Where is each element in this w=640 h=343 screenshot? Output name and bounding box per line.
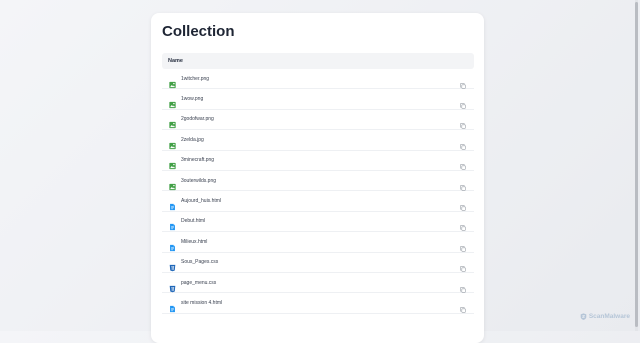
table-body: 1witcher.png 1wow.png 2godofwar.png 2zelda.… [162,69,474,314]
watermark: ScanMalware [580,313,630,320]
file-name-link[interactable]: 3outerwilds.png [181,178,216,184]
table-row[interactable]: 2zelda.jpg [162,130,474,150]
file-name-link[interactable]: Sous_Pages.css [181,259,218,265]
table-row[interactable]: 1wow.png [162,89,474,109]
copy-icon[interactable] [460,76,466,82]
image-file-icon [169,116,176,123]
table-row[interactable]: 2godofwar.png [162,110,474,130]
copy-icon[interactable] [460,218,466,224]
file-name-link[interactable]: 1witcher.png [181,76,209,82]
file-name-link[interactable]: 2godofwar.png [181,116,214,122]
image-file-icon [169,177,176,184]
copy-icon[interactable] [460,137,466,143]
watermark-text: ScanMalware [589,313,630,320]
document-file-icon [169,238,176,245]
image-file-icon [169,157,176,164]
copy-icon[interactable] [460,96,466,102]
file-name-link[interactable]: 1wow.png [181,96,203,102]
table-row[interactable]: site mission 4.html [162,293,474,313]
file-name-link[interactable]: Aujourd_huis.html [181,198,221,204]
page-title: Collection [162,23,235,41]
image-file-icon [169,75,176,82]
css-file-icon [169,279,176,286]
collection-card: Collection Name 1witcher.png 1wow.png 2god… [151,13,484,343]
css-file-icon [169,259,176,266]
table-row[interactable]: 3minecraft.png [162,151,474,171]
copy-icon[interactable] [460,116,466,122]
image-file-icon [169,96,176,103]
copy-icon[interactable] [460,239,466,245]
copy-icon[interactable] [460,157,466,163]
table-row[interactable]: Debut.html [162,212,474,232]
scanmalware-logo-icon [580,313,587,320]
file-name-link[interactable]: page_menu.css [181,280,216,286]
table-row[interactable]: page_menu.css [162,273,474,293]
table-row[interactable]: Sous_Pages.css [162,253,474,273]
document-file-icon [169,218,176,225]
file-name-link[interactable]: Milieux.html [181,239,207,245]
file-table: Name 1witcher.png 1wow.png 2godofwar.png 2z… [162,53,474,314]
scrollbar-thumb[interactable] [635,2,638,327]
copy-icon[interactable] [460,198,466,204]
file-name-link[interactable]: Debut.html [181,218,205,224]
copy-icon[interactable] [460,300,466,306]
file-name-link[interactable]: site mission 4.html [181,300,222,306]
copy-icon[interactable] [460,259,466,265]
document-file-icon [169,198,176,205]
column-header-name: Name [168,58,183,64]
image-file-icon [169,136,176,143]
table-row[interactable]: 3outerwilds.png [162,171,474,191]
file-name-link[interactable]: 3minecraft.png [181,157,214,163]
table-row[interactable]: Aujourd_huis.html [162,191,474,211]
table-row[interactable]: 1witcher.png [162,69,474,89]
table-row[interactable]: Milieux.html [162,232,474,252]
file-name-link[interactable]: 2zelda.jpg [181,137,204,143]
copy-icon[interactable] [460,280,466,286]
copy-icon[interactable] [460,178,466,184]
table-header: Name [162,53,474,69]
document-file-icon [169,299,176,306]
